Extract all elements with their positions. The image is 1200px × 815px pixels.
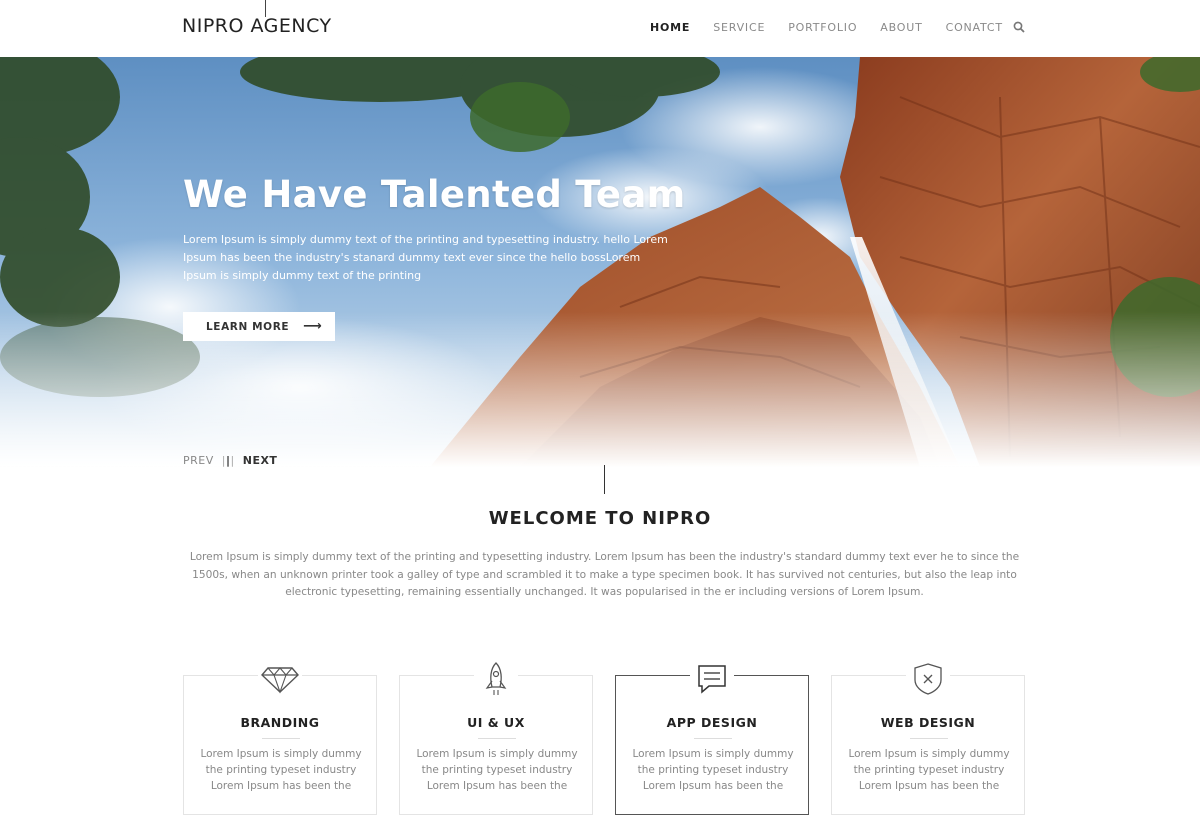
hero-description: Lorem Ipsum is simply dummy text of the … (183, 233, 668, 282)
site-header: NIPRO AGENCY HOME SERVICE PORTFOLIO ABOU… (0, 0, 1200, 57)
card-text: Lorem Ipsum is simply dummy the printing… (200, 748, 362, 792)
main-nav: HOME SERVICE PORTFOLIO ABOUT CONATCT (650, 21, 1026, 34)
section-divider (604, 465, 605, 494)
card-text: Lorem Ipsum is simply dummy the printing… (848, 748, 1010, 792)
card-title: BRANDING (240, 715, 320, 730)
card-title: APP DESIGN (666, 715, 758, 730)
logo[interactable]: NIPRO AGENCY (182, 15, 332, 37)
search-icon[interactable] (1013, 21, 1025, 33)
arrow-right-icon: ⟶ (303, 319, 323, 334)
nav-portfolio[interactable]: PORTFOLIO (788, 21, 857, 34)
card-divider (478, 738, 516, 739)
nav-contact[interactable]: CONATCT (946, 21, 1003, 34)
service-card-app-design[interactable]: APP DESIGN Lorem Ipsum is simply dummy t… (615, 662, 809, 815)
chat-icon (690, 662, 734, 696)
card-divider (910, 738, 948, 739)
service-card-web-design[interactable]: WEB DESIGN Lorem Ipsum is simply dummy t… (831, 662, 1025, 815)
card-text: Lorem Ipsum is simply dummy the printing… (632, 748, 794, 792)
slider-next[interactable]: NEXT (243, 454, 278, 467)
diamond-icon (258, 662, 302, 696)
card-text: Lorem Ipsum is simply dummy the printing… (416, 748, 578, 792)
nav-home[interactable]: HOME (650, 21, 690, 34)
card-divider (262, 738, 300, 739)
welcome-title: WELCOME TO NIPRO (488, 508, 712, 529)
card-title: UI & UX (467, 715, 525, 730)
nav-service[interactable]: SERVICE (713, 21, 765, 34)
rocket-icon (474, 662, 518, 696)
slider-prev[interactable]: PREV (183, 454, 214, 467)
slider-separator: ||| (221, 454, 235, 467)
welcome-text: Lorem Ipsum is simply dummy text of the … (189, 551, 1020, 598)
service-card-ui-ux[interactable]: UI & UX Lorem Ipsum is simply dummy the … (399, 662, 593, 815)
card-divider (694, 738, 732, 739)
card-title: WEB DESIGN (880, 715, 976, 730)
shield-icon (906, 662, 950, 696)
nav-about[interactable]: ABOUT (880, 21, 922, 34)
service-card-branding[interactable]: BRANDING Lorem Ipsum is simply dummy the… (183, 662, 377, 815)
slider-controls: PREV ||| NEXT (183, 454, 277, 467)
learn-more-label: LEARN MORE (206, 320, 290, 333)
learn-more-button[interactable]: LEARN MORE ⟶ (183, 312, 335, 341)
hero-title: We Have Talented Team (183, 173, 686, 216)
hero-slider: We Have Talented Team Lorem Ipsum is sim… (0, 57, 1200, 467)
